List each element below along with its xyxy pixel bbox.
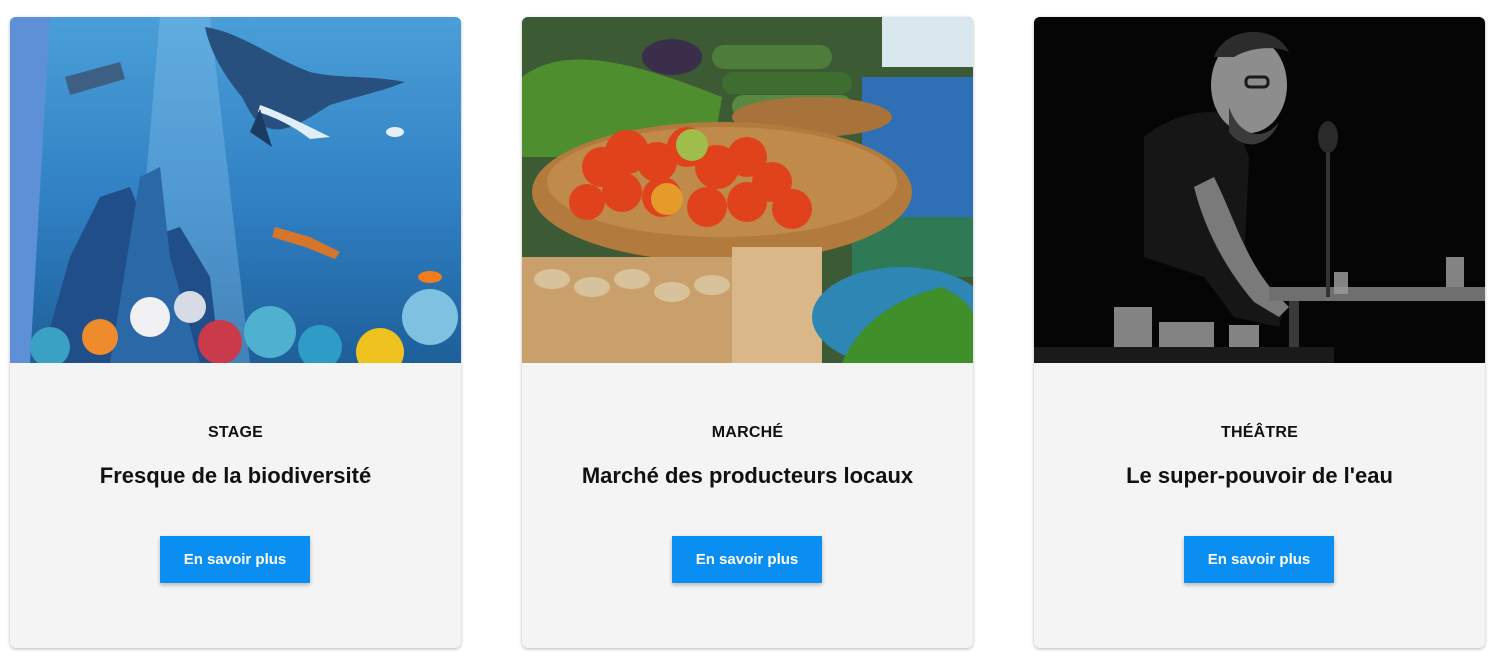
- card-image-underwater-mural[interactable]: [10, 17, 461, 363]
- card-image-theatre-performer[interactable]: [1034, 17, 1485, 363]
- learn-more-button[interactable]: En savoir plus: [672, 536, 822, 583]
- event-card-fresque: STAGE Fresque de la biodiversité En savo…: [10, 17, 461, 648]
- card-title[interactable]: Marché des producteurs locaux: [532, 463, 963, 489]
- card-body: THÉÂTRE Le super-pouvoir de l'eau En sav…: [1034, 363, 1485, 648]
- card-category: MARCHÉ: [711, 424, 784, 441]
- event-card-grid: STAGE Fresque de la biodiversité En savo…: [0, 0, 1504, 668]
- card-body: STAGE Fresque de la biodiversité En savo…: [10, 363, 461, 648]
- card-title[interactable]: Fresque de la biodiversité: [20, 463, 451, 489]
- card-category: THÉÂTRE: [1221, 424, 1298, 441]
- learn-more-button[interactable]: En savoir plus: [1184, 536, 1334, 583]
- card-image-vegetable-market[interactable]: [522, 17, 973, 363]
- card-body: MARCHÉ Marché des producteurs locaux En …: [522, 363, 973, 648]
- event-card-theatre: THÉÂTRE Le super-pouvoir de l'eau En sav…: [1034, 17, 1485, 648]
- card-title[interactable]: Le super-pouvoir de l'eau: [1044, 463, 1475, 489]
- learn-more-button[interactable]: En savoir plus: [160, 536, 310, 583]
- event-card-marche: MARCHÉ Marché des producteurs locaux En …: [522, 17, 973, 648]
- card-category: STAGE: [208, 424, 263, 441]
